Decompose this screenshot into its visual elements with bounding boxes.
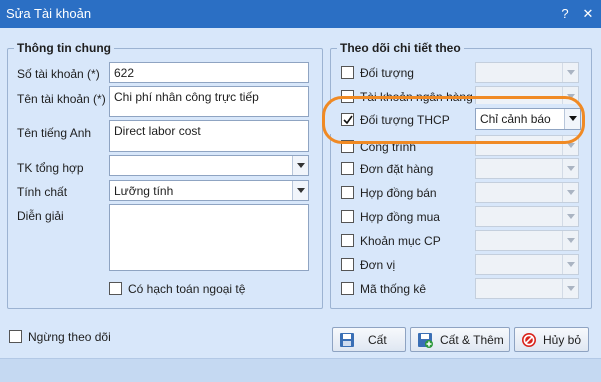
nature-label: Tính chất: [17, 185, 68, 199]
parent-account-combo[interactable]: [109, 155, 309, 176]
title-bar: Sửa Tài khoản ? ✕: [0, 0, 601, 28]
status-strip: [0, 358, 601, 382]
inactive-checkbox[interactable]: [9, 330, 22, 343]
chevron-down-icon[interactable]: [292, 156, 308, 175]
chevron-down-icon[interactable]: [562, 255, 578, 274]
account-no-label: Số tài khoản (*): [17, 67, 100, 81]
tracking-label-object: Đối tượng: [360, 66, 414, 80]
tracking-combo-cost-item[interactable]: [475, 230, 579, 251]
tracking-checkbox-object[interactable]: [341, 66, 354, 79]
save-and-add-button[interactable]: Cất & Thêm: [410, 327, 510, 352]
cancel-button-label: Hủy bỏ: [543, 333, 582, 347]
tracking-combo-purchase-contract[interactable]: [475, 206, 579, 227]
tracking-checkbox-statistic-code[interactable]: [341, 282, 354, 295]
tracking-checkbox-sales-order[interactable]: [341, 162, 354, 175]
tracking-checkbox-unit[interactable]: [341, 258, 354, 271]
window-title: Sửa Tài khoản: [6, 6, 92, 21]
save-and-add-button-label: Cất & Thêm: [440, 333, 504, 347]
account-no-input[interactable]: 622: [109, 62, 309, 83]
tracking-label-statistic-code: Mã thống kê: [360, 282, 427, 296]
tracking-label-unit: Đơn vị: [360, 258, 396, 272]
cancel-button[interactable]: Hủy bỏ: [514, 327, 589, 352]
account-name-input[interactable]: Chi phí nhân công trực tiếp: [109, 86, 309, 117]
help-button[interactable]: ?: [555, 4, 575, 24]
save-button-label: Cất: [368, 333, 387, 347]
nature-value: Lưỡng tính: [114, 184, 174, 198]
tracking-label-sales-contract: Hợp đồng bán: [360, 186, 437, 200]
tracking-checkbox-purchase-contract[interactable]: [341, 210, 354, 223]
chevron-down-icon[interactable]: [562, 231, 578, 250]
parent-account-label: TK tổng hợp: [17, 161, 84, 175]
english-name-input[interactable]: Direct labor cost: [109, 120, 309, 152]
description-label: Diễn giải: [17, 209, 64, 223]
tracking-combo-sales-order[interactable]: [475, 158, 579, 179]
account-name-label: Tên tài khoản (*): [17, 92, 106, 106]
tracking-checkbox-cost-item[interactable]: [341, 234, 354, 247]
floppy-disk-icon: [339, 332, 355, 348]
foreign-currency-label: Có hạch toán ngoại tệ: [128, 282, 246, 296]
tracking-combo-object[interactable]: [475, 62, 579, 83]
inactive-label: Ngừng theo dõi: [28, 330, 111, 344]
chevron-down-icon[interactable]: [562, 207, 578, 226]
tracking-combo-statistic-code[interactable]: [475, 278, 579, 299]
tracking-checkbox-sales-contract[interactable]: [341, 186, 354, 199]
chevron-down-icon[interactable]: [562, 279, 578, 298]
english-name-label: Tên tiếng Anh: [17, 126, 92, 140]
tracking-label-sales-order: Đơn đặt hàng: [360, 162, 434, 176]
chevron-down-icon[interactable]: [292, 181, 308, 200]
orange-highlight-annotation: [322, 96, 585, 144]
nature-combo[interactable]: Lưỡng tính: [109, 180, 309, 201]
floppy-disk-plus-icon: [417, 332, 433, 348]
foreign-currency-checkbox[interactable]: [109, 282, 122, 295]
description-input[interactable]: [109, 204, 309, 271]
chevron-down-icon[interactable]: [562, 159, 578, 178]
save-button[interactable]: Cất: [332, 327, 406, 352]
tracking-label-purchase-contract: Hợp đồng mua: [360, 210, 440, 224]
general-info-legend: Thông tin chung: [14, 41, 114, 55]
chevron-down-icon[interactable]: [562, 63, 578, 82]
no-entry-icon: [521, 332, 537, 348]
tracking-combo-sales-contract[interactable]: [475, 182, 579, 203]
close-button[interactable]: ✕: [578, 4, 598, 24]
tracking-combo-unit[interactable]: [475, 254, 579, 275]
tracking-label-cost-item: Khoản mục CP: [360, 234, 441, 248]
tracking-legend: Theo dõi chi tiết theo: [337, 41, 464, 55]
chevron-down-icon[interactable]: [562, 183, 578, 202]
